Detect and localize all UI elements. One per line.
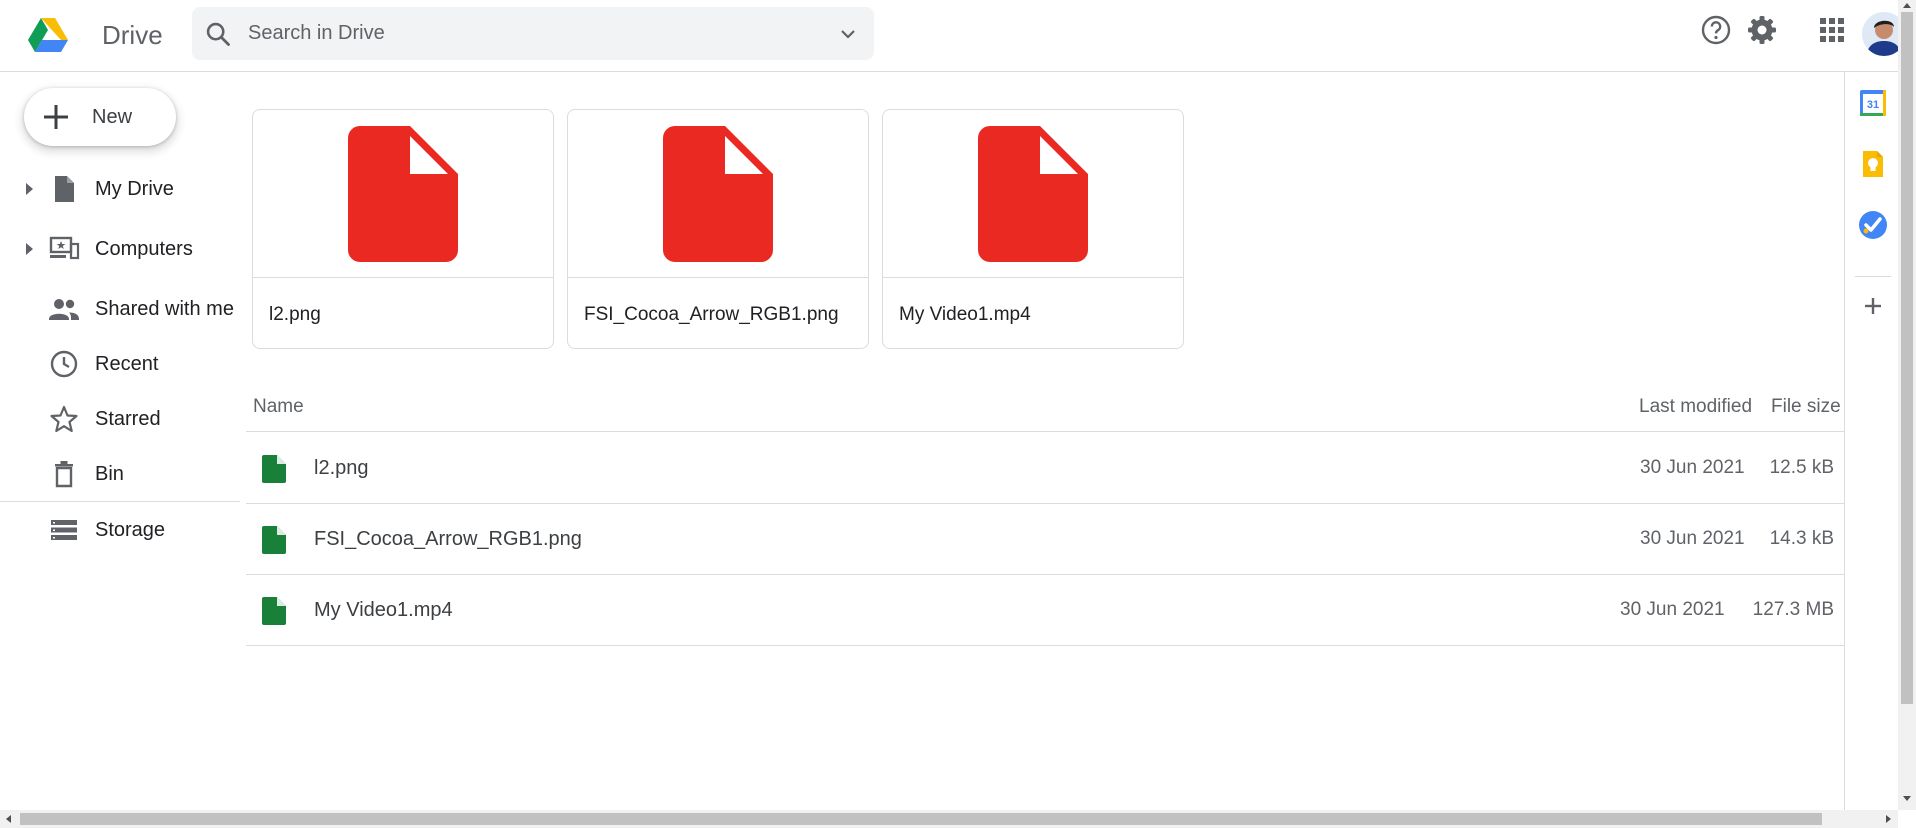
- sidebar-divider: [0, 501, 240, 502]
- horizontal-scroll-thumb[interactable]: [20, 813, 1822, 825]
- suggested-file-card[interactable]: l2.png: [252, 109, 554, 349]
- file-last-modified: 30 Jun 2021: [1640, 457, 1745, 478]
- sidebar-item-label: Bin: [95, 462, 124, 485]
- file-name: FSI_Cocoa_Arrow_RGB1.png: [314, 528, 582, 550]
- side-panel: 31: [1844, 72, 1900, 810]
- scroll-left-arrow-icon[interactable]: [6, 815, 11, 823]
- card-file-name: FSI_Cocoa_Arrow_RGB1.png: [584, 304, 839, 325]
- tasks-check-icon[interactable]: [1857, 209, 1889, 241]
- search-options-chevron-icon[interactable]: [836, 22, 860, 46]
- vertical-scroll-thumb[interactable]: [1901, 12, 1913, 704]
- card-thumbnail: [883, 110, 1183, 278]
- sidebar-item-bin[interactable]: Bin: [0, 452, 240, 496]
- green-file-icon: [262, 597, 286, 625]
- sidebar-item-recent[interactable]: Recent: [0, 342, 240, 386]
- sidebar-item-label: Computers: [95, 237, 193, 260]
- file-list-header: Name Last modified File size: [246, 382, 1844, 432]
- sidebar-item-label: Storage: [95, 518, 166, 541]
- sidebar-item-starred[interactable]: Starred: [0, 397, 240, 441]
- drive-logo-icon[interactable]: [28, 16, 68, 52]
- calendar-day-text: 31: [1867, 99, 1879, 111]
- scroll-down-arrow-icon[interactable]: [1903, 796, 1911, 801]
- vertical-scrollbar[interactable]: [1898, 0, 1916, 810]
- plus-icon: [44, 105, 68, 129]
- new-button[interactable]: New: [24, 88, 176, 146]
- add-addon-plus-icon[interactable]: [1857, 290, 1889, 322]
- search-input[interactable]: [248, 7, 808, 60]
- sidebar-item-label: My Drive: [95, 177, 174, 200]
- card-file-name: l2.png: [269, 304, 321, 325]
- sidebar-item-computers[interactable]: Computers: [0, 227, 240, 271]
- side-panel-divider: [1855, 276, 1891, 277]
- file-size: 14.3 kB: [1769, 528, 1834, 549]
- computer-icon: [49, 236, 80, 260]
- file-size: 127.3 MB: [1752, 599, 1834, 620]
- search-bar[interactable]: [192, 7, 874, 60]
- search-icon[interactable]: [204, 20, 232, 48]
- people-icon: [49, 299, 79, 320]
- pdf-file-icon: [348, 125, 458, 262]
- file-row[interactable]: l2.png 30 Jun 2021 12.5 kB: [246, 433, 1844, 504]
- file-last-modified: 30 Jun 2021: [1620, 599, 1725, 620]
- storage-icon: [51, 520, 77, 540]
- file-last-modified: 30 Jun 2021: [1640, 528, 1745, 549]
- green-file-icon: [262, 526, 286, 554]
- expand-caret-icon[interactable]: [24, 182, 34, 196]
- sidebar-item-label: Shared with me: [95, 297, 234, 320]
- sidebar-item-my-drive[interactable]: My Drive: [0, 167, 240, 211]
- column-header-file-size[interactable]: File size: [1771, 396, 1841, 418]
- suggested-file-card[interactable]: FSI_Cocoa_Arrow_RGB1.png: [567, 109, 869, 349]
- scroll-right-arrow-icon[interactable]: [1886, 815, 1891, 823]
- card-thumbnail: [253, 110, 553, 278]
- settings-gear-icon[interactable]: [1746, 14, 1778, 46]
- keep-bulb-icon[interactable]: [1857, 148, 1889, 180]
- green-file-icon: [262, 455, 286, 483]
- apps-grid-icon[interactable]: [1816, 14, 1848, 46]
- expand-caret-icon[interactable]: [24, 242, 34, 256]
- sidebar-item-label: Starred: [95, 407, 161, 430]
- trash-icon: [55, 461, 73, 488]
- app-name[interactable]: Drive: [102, 20, 163, 51]
- scroll-up-arrow-icon[interactable]: [1903, 3, 1911, 8]
- column-header-name[interactable]: Name: [253, 396, 304, 418]
- card-thumbnail: [568, 110, 868, 278]
- help-icon[interactable]: [1700, 14, 1732, 46]
- new-button-label: New: [92, 105, 133, 128]
- column-header-last-modified[interactable]: Last modified: [1639, 396, 1752, 418]
- main-content: l2.png FSI_Cocoa_Arrow_RGB1.png My Video…: [246, 72, 1844, 810]
- sidebar-item-label: Recent: [95, 352, 159, 375]
- suggested-file-card[interactable]: My Video1.mp4: [882, 109, 1184, 349]
- sidebar: New My Drive Computers Shared with me Re…: [0, 72, 240, 810]
- sidebar-item-shared-with-me[interactable]: Shared with me: [0, 287, 240, 331]
- clock-icon: [50, 350, 78, 378]
- pdf-file-icon: [978, 125, 1088, 262]
- sidebar-item-storage[interactable]: Storage: [0, 508, 240, 552]
- calendar-icon[interactable]: 31: [1857, 87, 1889, 119]
- file-row[interactable]: FSI_Cocoa_Arrow_RGB1.png 30 Jun 2021 14.…: [246, 504, 1844, 575]
- file-row[interactable]: My Video1.mp4 30 Jun 2021 127.3 MB: [246, 575, 1844, 646]
- file-size: 12.5 kB: [1769, 457, 1834, 478]
- horizontal-scrollbar[interactable]: [0, 810, 1898, 828]
- drive-file-icon: [55, 176, 74, 202]
- pdf-file-icon: [663, 125, 773, 262]
- file-name: l2.png: [314, 457, 369, 479]
- star-icon: [50, 405, 78, 433]
- card-file-name: My Video1.mp4: [899, 304, 1031, 325]
- app-header: Drive: [0, 0, 1906, 72]
- file-name: My Video1.mp4: [314, 599, 453, 621]
